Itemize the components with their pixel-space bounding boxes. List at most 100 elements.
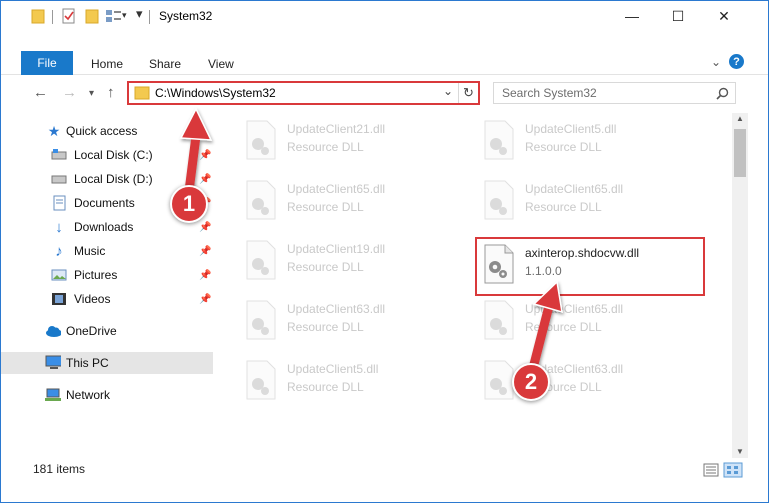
- file-item[interactable]: UpdateClient5.dll Resource DLL: [479, 118, 709, 166]
- maximize-button[interactable]: ☐: [655, 1, 701, 31]
- sidebar-item-label: Network: [66, 388, 111, 402]
- refresh-icon[interactable]: ↻: [463, 85, 474, 101]
- properties-icon[interactable]: [61, 8, 77, 24]
- pin-icon[interactable]: 📌: [199, 222, 211, 233]
- sidebar-item-quick-access[interactable]: ★ Quick access: [1, 120, 213, 142]
- sidebar-item-label: Documents: [74, 196, 135, 210]
- address-dropdown-icon[interactable]: ⌄: [443, 84, 453, 98]
- sidebar-item-this-pc[interactable]: This PC: [1, 352, 213, 374]
- details-view-icon[interactable]: [703, 463, 719, 477]
- search-icon: [716, 87, 729, 100]
- step-2-badge: 2: [512, 363, 550, 401]
- pin-icon[interactable]: 📌: [199, 150, 211, 161]
- scrollbar-thumb[interactable]: [734, 129, 746, 177]
- sidebar-item-label: Music: [74, 244, 106, 258]
- file-name: UpdateClient5.dll: [287, 362, 379, 376]
- dll-file-icon: [484, 120, 514, 160]
- file-type: Resource DLL: [287, 320, 364, 334]
- divider: [149, 10, 150, 24]
- search-input[interactable]: Search System32: [493, 82, 736, 104]
- up-icon[interactable]: ↑: [107, 84, 115, 101]
- network-icon: [45, 388, 61, 401]
- documents-icon: [53, 195, 66, 211]
- sidebar-item-label: Local Disk (D:): [74, 172, 153, 186]
- pin-icon[interactable]: 📌: [199, 270, 211, 281]
- minimize-icon: —: [625, 8, 639, 24]
- tab-view[interactable]: View: [208, 57, 234, 71]
- sidebar-item-label: Quick access: [66, 124, 138, 138]
- file-name: UpdateClient21.dll: [287, 122, 386, 136]
- sidebar-item-onedrive[interactable]: OneDrive: [1, 320, 213, 342]
- music-icon: ♪: [55, 242, 63, 260]
- file-name: UpdateClient63.dll: [287, 302, 386, 316]
- file-name: UpdateClient5.dll: [525, 122, 617, 136]
- folder-icon: [134, 86, 150, 100]
- star-icon: ★: [47, 122, 61, 139]
- tab-share[interactable]: Share: [149, 57, 181, 71]
- computer-icon: [45, 355, 61, 369]
- help-button[interactable]: ?: [729, 54, 744, 69]
- expand-ribbon-icon[interactable]: ⌄: [711, 55, 721, 69]
- pin-icon[interactable]: 📌: [199, 246, 211, 257]
- pin-down-icon[interactable]: ▾: [136, 6, 143, 22]
- download-icon: ↓: [55, 218, 63, 236]
- sidebar-item-label: Videos: [74, 292, 111, 306]
- window-title: System32: [159, 9, 213, 23]
- address-bar[interactable]: C:\Windows\System32 ⌄ ↻: [127, 81, 480, 105]
- new-folder-icon[interactable]: [85, 8, 99, 24]
- file-item[interactable]: UpdateClient65.dll Resource DLL: [479, 298, 709, 346]
- tab-home[interactable]: Home: [91, 57, 123, 71]
- divider: [52, 10, 53, 24]
- cloud-icon: [46, 326, 61, 337]
- file-item[interactable]: UpdateClient5.dll Resource DLL: [241, 358, 471, 406]
- sidebar-item-label: OneDrive: [66, 324, 117, 338]
- file-type: Resource DLL: [525, 320, 602, 334]
- file-name: UpdateClient65.dll: [287, 182, 386, 196]
- sidebar-item-network[interactable]: Network: [1, 384, 213, 406]
- sidebar-item-videos[interactable]: Videos 📌: [1, 288, 213, 310]
- sidebar-item-label: Downloads: [74, 220, 134, 234]
- file-item[interactable]: UpdateClient65.dll Resource DLL: [479, 178, 709, 226]
- file-type: Resource DLL: [525, 200, 602, 214]
- file-name: UpdateClient65.dll: [525, 302, 624, 316]
- tab-file[interactable]: File: [21, 51, 73, 75]
- recent-locations-icon[interactable]: ▾: [89, 88, 94, 99]
- divider: [458, 83, 459, 103]
- videos-icon: [52, 293, 66, 305]
- file-item[interactable]: UpdateClient63.dll Resource DLL: [241, 298, 471, 346]
- dll-file-icon: [246, 360, 276, 400]
- drive-icon: [51, 175, 67, 184]
- file-item[interactable]: UpdateClient21.dll Resource DLL: [241, 118, 471, 166]
- file-highlight-box: [475, 237, 705, 296]
- forward-icon[interactable]: →: [62, 84, 77, 101]
- search-placeholder: Search System32: [502, 86, 597, 100]
- back-icon[interactable]: ←: [33, 84, 48, 101]
- dll-file-icon: [246, 240, 276, 280]
- file-name: UpdateClient65.dll: [525, 182, 624, 196]
- close-button[interactable]: ✕: [701, 1, 747, 31]
- pin-icon[interactable]: 📌: [199, 174, 211, 185]
- file-item[interactable]: UpdateClient65.dll Resource DLL: [241, 178, 471, 226]
- file-type: Resource DLL: [287, 260, 364, 274]
- scroll-up-icon[interactable]: ▲: [736, 114, 744, 123]
- file-type: Resource DLL: [287, 380, 364, 394]
- status-item-count: 181 items: [33, 462, 86, 476]
- customize-icon[interactable]: [105, 8, 123, 24]
- dll-file-icon: [246, 180, 276, 220]
- large-icons-view-icon[interactable]: [723, 462, 743, 478]
- step-1-badge: 1: [170, 185, 208, 223]
- sidebar-item-label: Local Disk (C:): [74, 148, 153, 162]
- sidebar-item-label: This PC: [66, 356, 109, 370]
- drive-icon: [51, 149, 67, 160]
- file-item[interactable]: UpdateClient19.dll Resource DLL: [241, 238, 471, 286]
- sidebar-item-local-disk-c[interactable]: Local Disk (C:) 📌: [1, 144, 213, 166]
- scroll-down-icon[interactable]: ▼: [736, 447, 744, 456]
- sidebar-item-pictures[interactable]: Pictures 📌: [1, 264, 213, 286]
- file-type: Resource DLL: [525, 140, 602, 154]
- dll-file-icon: [246, 120, 276, 160]
- minimize-button[interactable]: —: [609, 1, 655, 31]
- dropdown-arrow-icon[interactable]: ▾: [122, 10, 127, 21]
- pin-icon[interactable]: 📌: [199, 294, 211, 305]
- sidebar-item-music[interactable]: ♪ Music 📌: [1, 240, 213, 262]
- folder-icon[interactable]: [31, 8, 45, 24]
